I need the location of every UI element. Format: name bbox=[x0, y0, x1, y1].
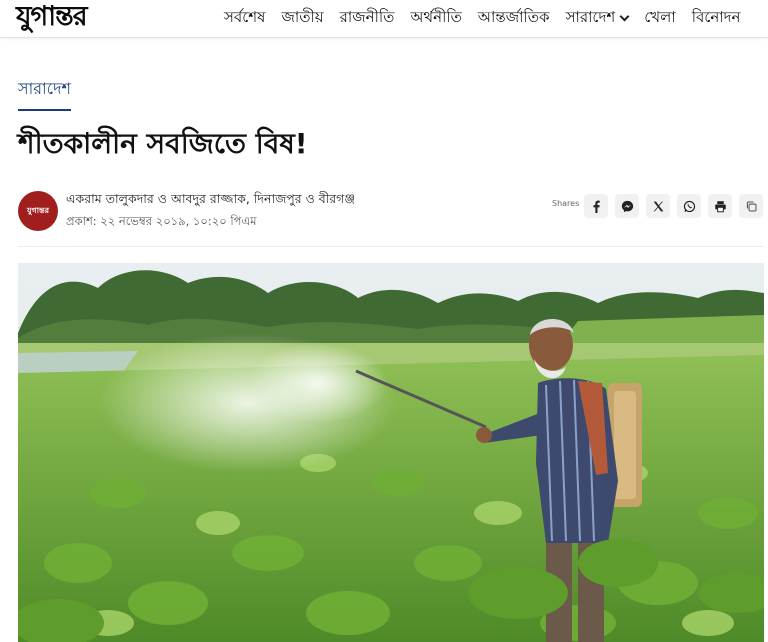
messenger-icon bbox=[621, 200, 633, 212]
nav-item-international[interactable]: আন্তর্জাতিক bbox=[478, 6, 550, 31]
nav-item-politics[interactable]: রাজনীতি bbox=[340, 6, 395, 31]
author-byline: একরাম তালুকদার ও আবদুর রাজ্জাক, দিনাজপুর… bbox=[66, 191, 356, 206]
nav-item-national[interactable]: জাতীয় bbox=[281, 6, 323, 31]
author-avatar: যুগান্তর bbox=[18, 191, 58, 231]
nav-item-sports[interactable]: খেলা bbox=[644, 6, 675, 31]
main-nav: সর্বশেষ জাতীয় রাজনীতি অর্থনীতি আন্তর্জা… bbox=[224, 0, 757, 36]
nav-item-label: সারাদেশ bbox=[565, 7, 616, 26]
nav-item-label: রাজনীতি bbox=[339, 7, 395, 26]
x-icon bbox=[653, 201, 663, 211]
print-icon bbox=[714, 200, 726, 212]
facebook-icon bbox=[592, 200, 600, 213]
nav-item-label: জাতীয় bbox=[281, 7, 324, 26]
farmer-spraying-pesticide-illustration bbox=[18, 263, 764, 642]
messenger-share-button[interactable] bbox=[615, 194, 639, 218]
nav-item-label: বিনোদন bbox=[691, 7, 741, 26]
logo-text: যুগান্তর bbox=[16, 0, 88, 32]
site-header: যুগান্তর সর্বশেষ জাতীয় রাজনীতি অর্থনীতি… bbox=[0, 0, 768, 38]
whatsapp-share-button[interactable] bbox=[677, 194, 701, 218]
lead-photo[interactable] bbox=[18, 263, 764, 642]
article-headline: শীতকালীন সবজিতে বিষ! bbox=[18, 127, 308, 160]
nav-item-label: খেলা bbox=[644, 7, 676, 26]
nav-item-entertainment[interactable]: বিনোদন bbox=[692, 6, 741, 31]
chevron-down-icon bbox=[619, 11, 630, 21]
whatsapp-icon bbox=[683, 200, 695, 212]
nav-item-countrywide[interactable]: সারাদেশ bbox=[565, 6, 630, 31]
category-link[interactable]: সারাদেশ bbox=[18, 76, 71, 111]
nav-item-label: অর্থনীতি bbox=[410, 7, 462, 26]
copy-link-icon bbox=[746, 201, 756, 211]
x-share-button[interactable] bbox=[646, 194, 670, 218]
shares-label: Shares bbox=[552, 199, 580, 208]
nav-item-latest[interactable]: সর্বশেষ bbox=[224, 6, 265, 31]
site-logo[interactable]: যুগান্তর bbox=[16, 1, 162, 34]
print-button[interactable] bbox=[708, 194, 732, 218]
nav-item-label: আন্তর্জাতিক bbox=[477, 7, 550, 26]
nav-item-economy[interactable]: অর্থনীতি bbox=[410, 6, 462, 31]
facebook-share-button[interactable] bbox=[584, 194, 608, 218]
published-date: প্রকাশ: ২২ নভেম্বর ২০১৯, ১০:২০ পিএম bbox=[66, 214, 257, 228]
copy-link-button[interactable] bbox=[739, 194, 763, 218]
avatar-logo-text: যুগান্তর bbox=[26, 204, 50, 215]
byline-divider bbox=[18, 246, 764, 247]
nav-item-label: সর্বশেষ bbox=[224, 7, 266, 26]
